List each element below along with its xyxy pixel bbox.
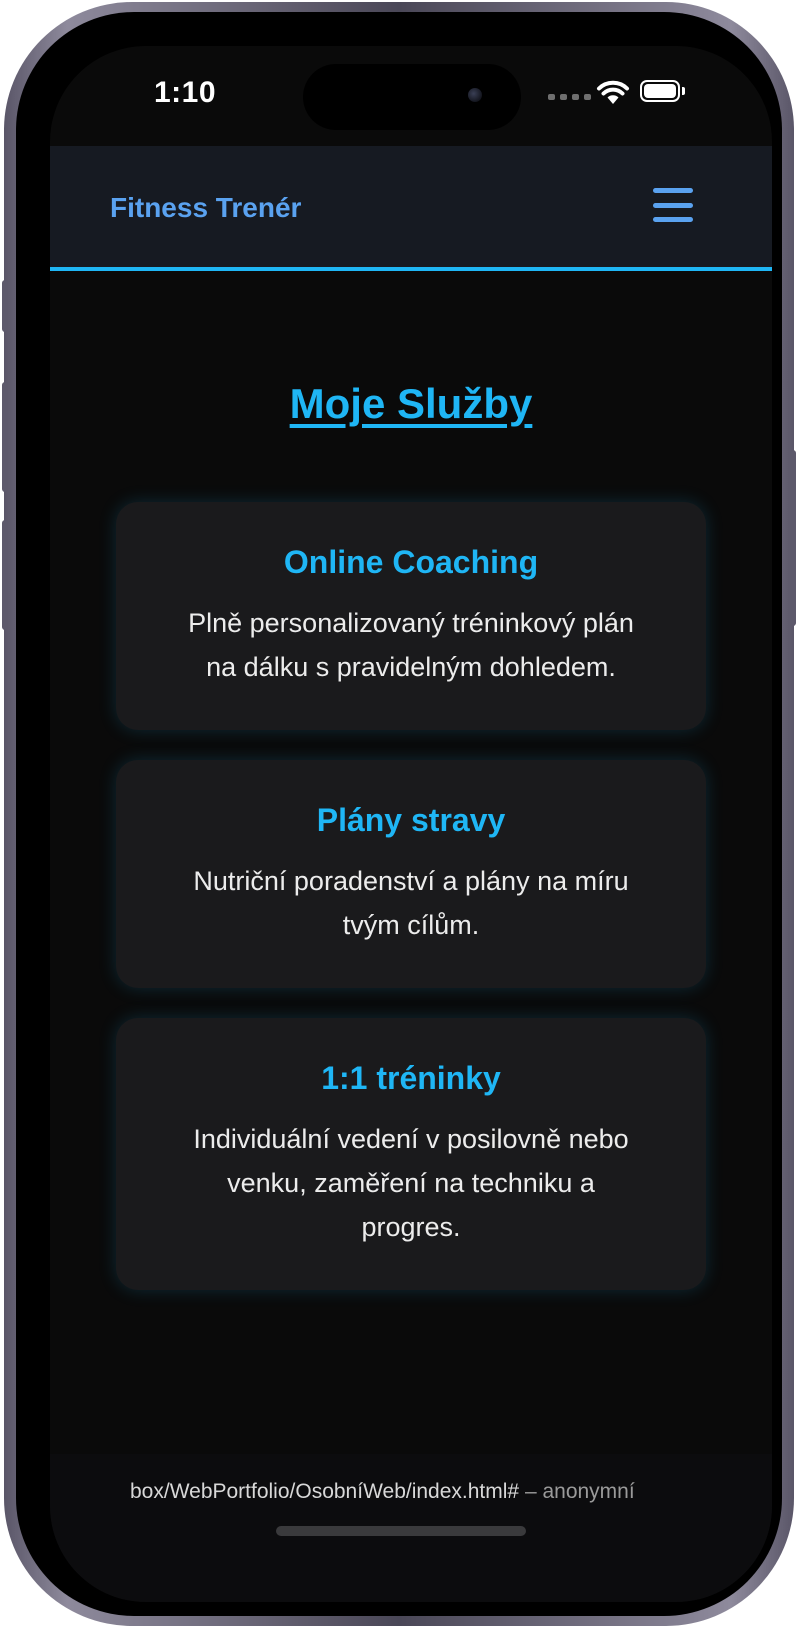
description-line: na dálku s pravidelným dohledem. <box>206 652 616 682</box>
menu-bar <box>653 217 693 222</box>
service-title: Plány stravy <box>316 802 506 838</box>
page-title: Moje Služby <box>289 380 533 427</box>
service-description: Individuální vedení v posilovně nebo ven… <box>116 1097 706 1249</box>
screen: 1:10 Fitness Trenér Moje Služby Online C… <box>50 46 772 1602</box>
silent-switch <box>2 280 8 332</box>
url-path: box/WebPortfolio/OsobníWeb/index.html# <box>130 1480 520 1503</box>
description-line: Individuální vedení v posilovně nebo <box>193 1124 629 1154</box>
hamburger-menu-icon[interactable] <box>653 188 693 222</box>
service-card-meal-plans: Plány stravy Nutriční poradenství a plán… <box>116 760 706 988</box>
home-indicator[interactable] <box>276 1526 526 1536</box>
description-line: tvým cílům. <box>342 910 480 940</box>
service-title: Online Coaching <box>283 544 539 580</box>
service-title: 1:1 tréninky <box>321 1060 501 1096</box>
description-line: progres. <box>361 1212 461 1242</box>
battery-tip <box>682 87 685 95</box>
description-line: venku, zaměření na techniku a <box>227 1168 595 1198</box>
service-card-online-coaching: Online Coaching Plně personalizovaný tré… <box>116 502 706 730</box>
service-description: Plně personalizovaný tréninkový plán na … <box>116 581 706 689</box>
camera-icon <box>468 88 482 102</box>
service-card-personal-training: 1:1 tréninky Individuální vedení v posil… <box>116 1018 706 1290</box>
wifi-icon <box>597 80 629 104</box>
service-description: Nutriční poradenství a plány na míru tvý… <box>116 839 706 947</box>
menu-bar <box>653 188 693 193</box>
bezel: 1:10 Fitness Trenér Moje Služby Online C… <box>16 12 782 1616</box>
brand-link[interactable]: Fitness Trenér <box>110 192 301 224</box>
battery-level <box>644 84 676 98</box>
volume-up-button <box>2 382 8 492</box>
battery-icon <box>640 80 680 102</box>
status-time: 1:10 <box>154 76 217 109</box>
dynamic-island <box>303 64 521 130</box>
phone-frame: 1:10 Fitness Trenér Moje Služby Online C… <box>2 2 796 1626</box>
description-line: Plně personalizovaný tréninkový plán <box>188 608 634 638</box>
cellular-signal-icon <box>548 94 591 100</box>
volume-down-button <box>2 520 8 630</box>
menu-bar <box>653 202 693 208</box>
url-mode-label: – anonymní <box>519 1480 635 1503</box>
power-button <box>790 450 796 626</box>
description-line: Nutriční poradenství a plány na míru <box>193 866 629 896</box>
url-text[interactable]: box/WebPortfolio/OsobníWeb/index.html# –… <box>130 1480 750 1504</box>
navbar: Fitness Trenér <box>50 146 772 271</box>
